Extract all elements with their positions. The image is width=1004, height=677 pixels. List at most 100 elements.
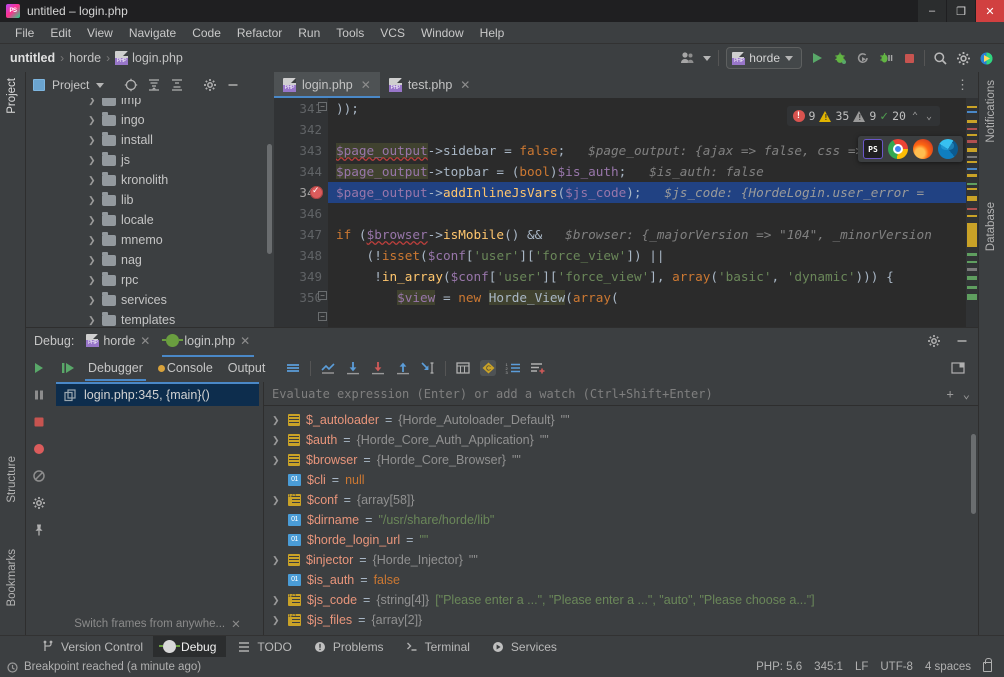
layout-list-icon[interactable] bbox=[285, 360, 301, 376]
chrome-icon[interactable] bbox=[888, 139, 908, 159]
variable-row[interactable]: 01 $is_auth = false bbox=[264, 570, 978, 590]
settings-gear-icon[interactable] bbox=[31, 495, 47, 511]
minimize-button[interactable]: – bbox=[917, 0, 946, 22]
locate-icon[interactable] bbox=[123, 77, 139, 93]
tree-item[interactable]: ❯ rpc bbox=[26, 270, 274, 290]
sidebar-item-database[interactable]: Database bbox=[985, 202, 997, 251]
close-icon[interactable]: ✕ bbox=[240, 334, 250, 348]
php-version-status[interactable]: PHP: 5.6 bbox=[756, 661, 802, 673]
variables-panel[interactable]: Evaluate expression (Enter) or add a wat… bbox=[264, 382, 978, 635]
menu-window[interactable]: Window bbox=[414, 24, 471, 42]
chevron-right-icon[interactable]: ❯ bbox=[88, 315, 97, 326]
run-configuration-selector[interactable]: horde bbox=[726, 47, 802, 69]
menu-file[interactable]: File bbox=[8, 24, 41, 42]
stop-icon[interactable] bbox=[31, 414, 47, 430]
fold-marker-icon[interactable]: − bbox=[318, 102, 327, 111]
menu-edit[interactable]: Edit bbox=[43, 24, 78, 42]
chevron-right-icon[interactable]: ❯ bbox=[88, 295, 97, 306]
show-execution-point-icon[interactable] bbox=[320, 360, 336, 376]
variable-row[interactable]: ❯ $auth = {Horde_Core_Auth_Application} … bbox=[264, 430, 978, 450]
chevron-right-icon[interactable]: ❯ bbox=[272, 455, 282, 466]
step-over-icon[interactable] bbox=[345, 360, 361, 376]
tab-test-php[interactable]: test.php ✕ bbox=[380, 72, 480, 98]
run-to-cursor-icon[interactable] bbox=[420, 360, 436, 376]
step-out-icon[interactable] bbox=[395, 360, 411, 376]
menu-refactor[interactable]: Refactor bbox=[230, 24, 289, 42]
chevron-right-icon[interactable]: ❯ bbox=[88, 195, 97, 206]
bottom-tab-version-control[interactable]: Version Control bbox=[30, 636, 153, 658]
hide-icon[interactable] bbox=[225, 77, 241, 93]
search-icon[interactable] bbox=[932, 50, 948, 66]
variable-row[interactable]: 01 $horde_login_url = "" bbox=[264, 530, 978, 550]
debug-icon[interactable] bbox=[832, 50, 848, 66]
menu-tools[interactable]: Tools bbox=[329, 24, 371, 42]
chevron-down-icon[interactable] bbox=[96, 82, 105, 88]
variable-row[interactable]: ❯ $injector = {Horde_Injector} "" bbox=[264, 550, 978, 570]
tree-item[interactable]: ❯ imp bbox=[26, 98, 274, 110]
rerun-icon[interactable] bbox=[855, 50, 871, 66]
previous-problem-icon[interactable]: ⌃ bbox=[910, 111, 920, 122]
encoding-status[interactable]: UTF-8 bbox=[880, 661, 913, 673]
settings-gear-icon[interactable] bbox=[955, 50, 971, 66]
pin-icon[interactable] bbox=[31, 522, 47, 538]
chevron-down-icon[interactable]: ⌄ bbox=[963, 387, 970, 401]
fold-marker-icon[interactable]: − bbox=[318, 312, 327, 321]
add-watch-icon[interactable] bbox=[530, 360, 546, 376]
menu-run[interactable]: Run bbox=[291, 24, 327, 42]
chevron-right-icon[interactable]: ❯ bbox=[88, 115, 97, 126]
project-scrollbar[interactable] bbox=[267, 144, 272, 254]
fold-marker-icon[interactable]: − bbox=[318, 291, 327, 300]
collapse-all-icon[interactable] bbox=[169, 77, 185, 93]
restore-layout-icon[interactable] bbox=[950, 360, 966, 376]
chevron-right-icon[interactable]: ❯ bbox=[88, 135, 97, 146]
sidebar-item-structure[interactable]: Structure bbox=[6, 456, 18, 503]
run-icon[interactable] bbox=[809, 50, 825, 66]
line-separator-status[interactable]: LF bbox=[855, 661, 868, 673]
variable-row[interactable]: ❯ $browser = {Horde_Core_Browser} "" bbox=[264, 450, 978, 470]
breadcrumb-file[interactable]: login.php bbox=[115, 51, 183, 65]
chevron-right-icon[interactable]: ❯ bbox=[272, 415, 282, 426]
chevron-right-icon[interactable]: ❯ bbox=[272, 435, 282, 446]
close-icon[interactable]: ✕ bbox=[460, 78, 470, 92]
sidebar-item-bookmarks[interactable]: Bookmarks bbox=[6, 549, 18, 607]
breadcrumb-project[interactable]: untitled bbox=[10, 51, 55, 65]
menu-vcs[interactable]: VCS bbox=[373, 24, 412, 42]
indent-status[interactable]: 4 spaces bbox=[925, 661, 971, 673]
view-breakpoints-icon[interactable] bbox=[31, 441, 47, 457]
updates-icon[interactable] bbox=[978, 50, 994, 66]
frames-panel[interactable]: login.php:345, {main}() Switch frames fr… bbox=[52, 382, 264, 635]
attach-debugger-icon[interactable] bbox=[878, 50, 894, 66]
chevron-right-icon[interactable]: ❯ bbox=[88, 255, 97, 266]
close-icon[interactable]: ✕ bbox=[140, 334, 150, 348]
inspection-widget[interactable]: ! 9 35 9 ✓ 20 ⌃ ⌄ bbox=[786, 106, 940, 126]
chevron-right-icon[interactable]: ❯ bbox=[88, 235, 97, 246]
browser-popup[interactable]: PS bbox=[858, 136, 963, 162]
step-into-icon[interactable] bbox=[370, 360, 386, 376]
chevron-right-icon[interactable]: ❯ bbox=[272, 615, 282, 626]
pause-icon[interactable] bbox=[31, 387, 47, 403]
bottom-tab-services[interactable]: Services bbox=[480, 636, 567, 658]
rerun-icon[interactable] bbox=[31, 360, 47, 376]
tree-item[interactable]: ❯ js bbox=[26, 150, 274, 170]
settings-gear-icon[interactable] bbox=[926, 333, 942, 349]
tree-item[interactable]: ❯ services bbox=[26, 290, 274, 310]
variable-row[interactable]: ❯ $js_code = {string[4]} ["Please enter … bbox=[264, 590, 978, 610]
chevron-right-icon[interactable]: ❯ bbox=[272, 495, 282, 506]
user-avatar-icon[interactable] bbox=[680, 50, 696, 66]
bottom-tab-debug[interactable]: Debug bbox=[153, 635, 227, 658]
sidebar-item-notifications[interactable]: Notifications bbox=[985, 80, 997, 143]
settings-gear-icon[interactable] bbox=[202, 77, 218, 93]
phpstorm-icon[interactable]: PS bbox=[863, 139, 883, 159]
menu-help[interactable]: Help bbox=[473, 24, 512, 42]
breakpoint-icon[interactable] bbox=[310, 185, 323, 199]
close-icon[interactable]: ✕ bbox=[361, 78, 371, 92]
mute-breakpoints-icon[interactable] bbox=[31, 468, 47, 484]
tab-debugger[interactable]: Debugger bbox=[85, 360, 146, 381]
editor-tabs-more-icon[interactable]: ⋮ bbox=[948, 72, 978, 98]
evaluate-expression-icon[interactable] bbox=[455, 360, 471, 376]
close-button[interactable]: ✕ bbox=[975, 0, 1004, 22]
evaluate-expression-field[interactable]: Evaluate expression (Enter) or add a wat… bbox=[264, 382, 978, 406]
tab-login-php[interactable]: login.php ✕ bbox=[274, 72, 380, 98]
tree-item[interactable]: ❯ install bbox=[26, 130, 274, 150]
settings-list-icon[interactable]: 123 bbox=[505, 360, 521, 376]
